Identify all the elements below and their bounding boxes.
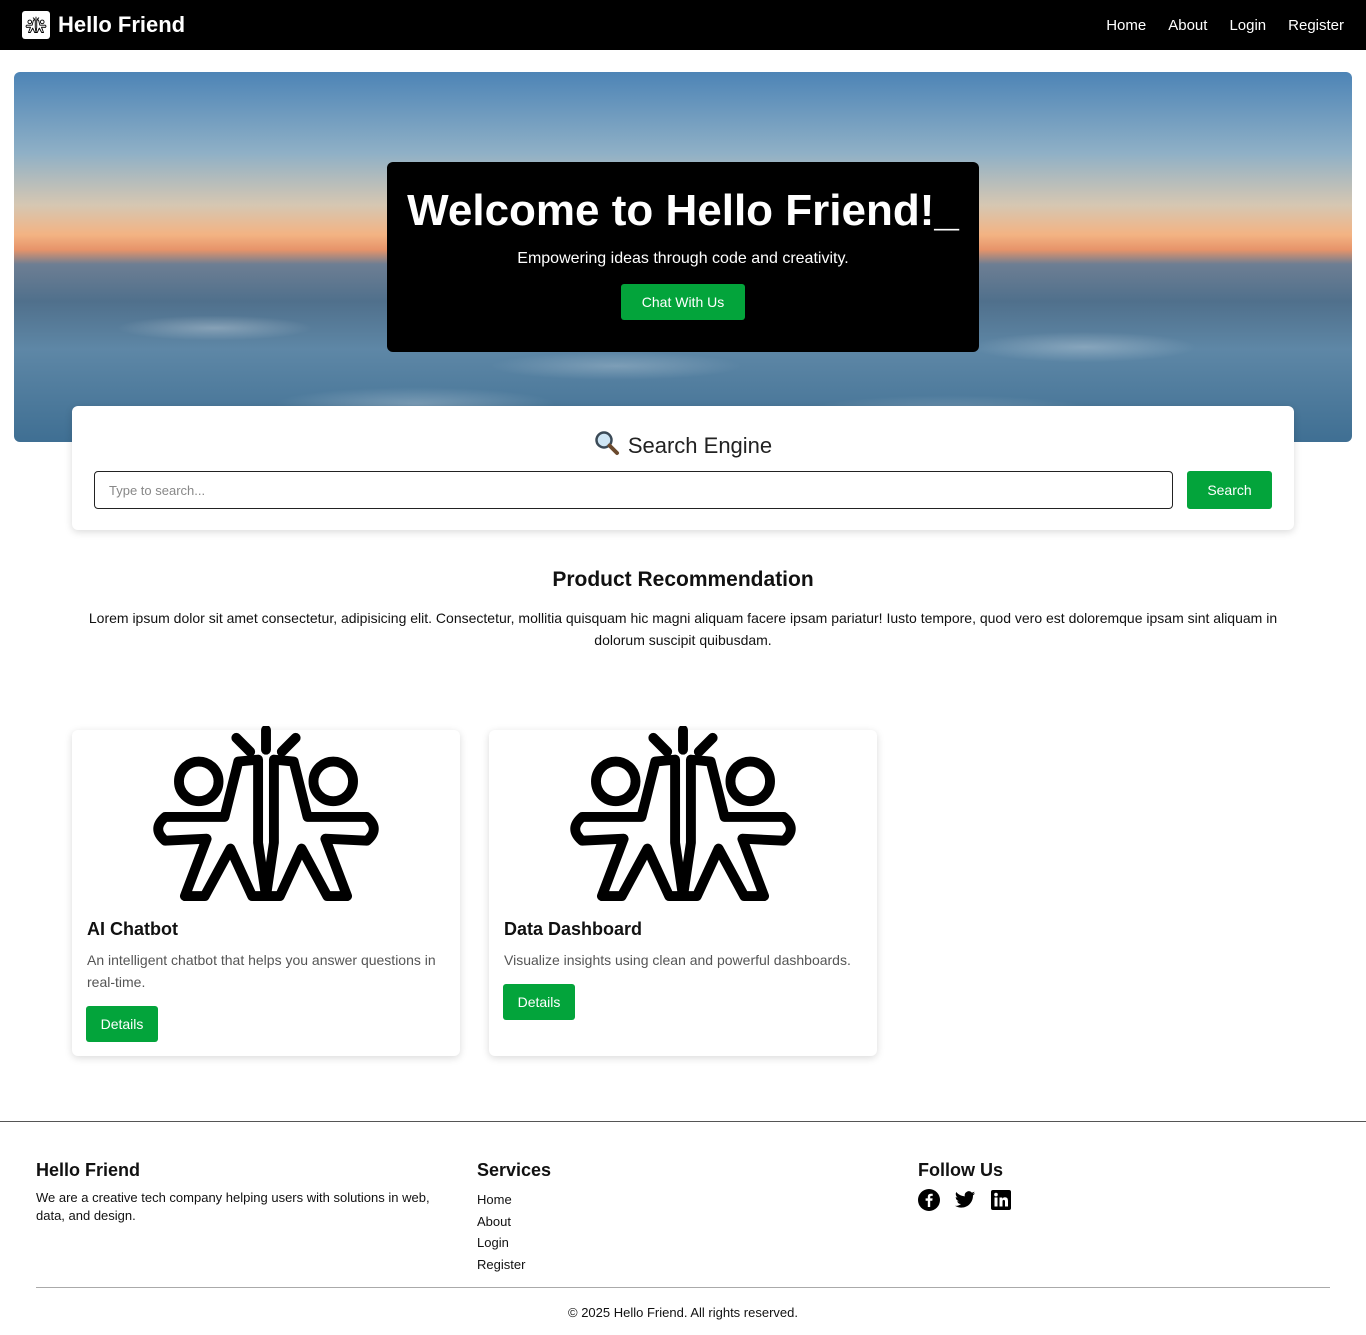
nav-link-about[interactable]: About (1168, 17, 1207, 34)
card-title: AI Chatbot (87, 919, 178, 939)
search-card: Search Engine Search (72, 406, 1294, 530)
footer-follow-heading: Follow Us (918, 1160, 1003, 1180)
nav-link-home[interactable]: Home (1106, 17, 1146, 34)
search-title: Search Engine (627, 433, 773, 458)
hero-subtitle: Empowering ideas through code and creati… (517, 250, 849, 268)
copyright-text: © 2025 Hello Friend. All rights reserved… (568, 1305, 798, 1320)
facebook-icon[interactable] (918, 1189, 940, 1211)
footer-about: Hello Friend We are a creative tech comp… (36, 1160, 456, 1225)
product-recommendation-description: Lorem ipsum dolor sit amet consectetur, … (88, 610, 1278, 648)
brand-logo-icon (22, 11, 50, 39)
nav-links: Home About Login Register (1106, 17, 1344, 34)
footer-about-text: We are a creative tech company helping u… (36, 1190, 430, 1223)
footer-link-about[interactable]: About (477, 1214, 511, 1229)
social-icons (918, 1189, 1012, 1211)
footer-link-home[interactable]: Home (477, 1192, 512, 1207)
product-card-data-dashboard: Data Dashboard Visualize insights using … (489, 730, 877, 1056)
footer-services-heading: Services (477, 1160, 552, 1180)
footer-follow: Follow Us (918, 1160, 1012, 1211)
search-input[interactable] (94, 471, 1173, 509)
footer-services: Services Home About Login Register (477, 1160, 551, 1276)
hero-box: Welcome to Hello Friend!_ Empowering ide… (387, 162, 979, 352)
footer-link-login[interactable]: Login (477, 1235, 509, 1250)
footer-link-register[interactable]: Register (477, 1257, 525, 1272)
card-description: An intelligent chatbot that helps you an… (87, 952, 436, 990)
hero-title: Welcome to Hello Friend!_ (407, 186, 959, 235)
brand[interactable]: Hello Friend (22, 11, 185, 39)
card-title: Data Dashboard (504, 919, 643, 939)
product-card-ai-chatbot: AI Chatbot An intelligent chatbot that h… (72, 730, 460, 1056)
footer-services-list: Home About Login Register (477, 1189, 551, 1276)
product-recommendation-title: Product Recommendation (552, 568, 814, 591)
footer-about-heading: Hello Friend (36, 1160, 141, 1180)
footer-divider (0, 1121, 1366, 1122)
people-high-five-icon (559, 726, 807, 904)
navbar: Hello Friend Home About Login Register (0, 0, 1366, 50)
footer-bottom-divider (36, 1287, 1330, 1288)
search-button[interactable]: Search (1187, 471, 1272, 509)
card-description: Visualize insights using clean and power… (504, 952, 851, 968)
nav-link-register[interactable]: Register (1288, 17, 1344, 34)
nav-link-login[interactable]: Login (1229, 17, 1266, 34)
magnifying-glass-icon (594, 430, 620, 462)
details-button[interactable]: Details (503, 984, 575, 1020)
brand-name: Hello Friend (58, 12, 186, 37)
people-high-five-icon (142, 726, 390, 904)
hero-banner: Welcome to Hello Friend!_ Empowering ide… (14, 72, 1352, 442)
details-button[interactable]: Details (86, 1006, 158, 1042)
chat-with-us-button[interactable]: Chat With Us (620, 284, 746, 321)
linkedin-icon[interactable] (990, 1189, 1012, 1211)
twitter-icon[interactable] (954, 1189, 976, 1211)
search-heading: Search Engine (72, 430, 1294, 462)
